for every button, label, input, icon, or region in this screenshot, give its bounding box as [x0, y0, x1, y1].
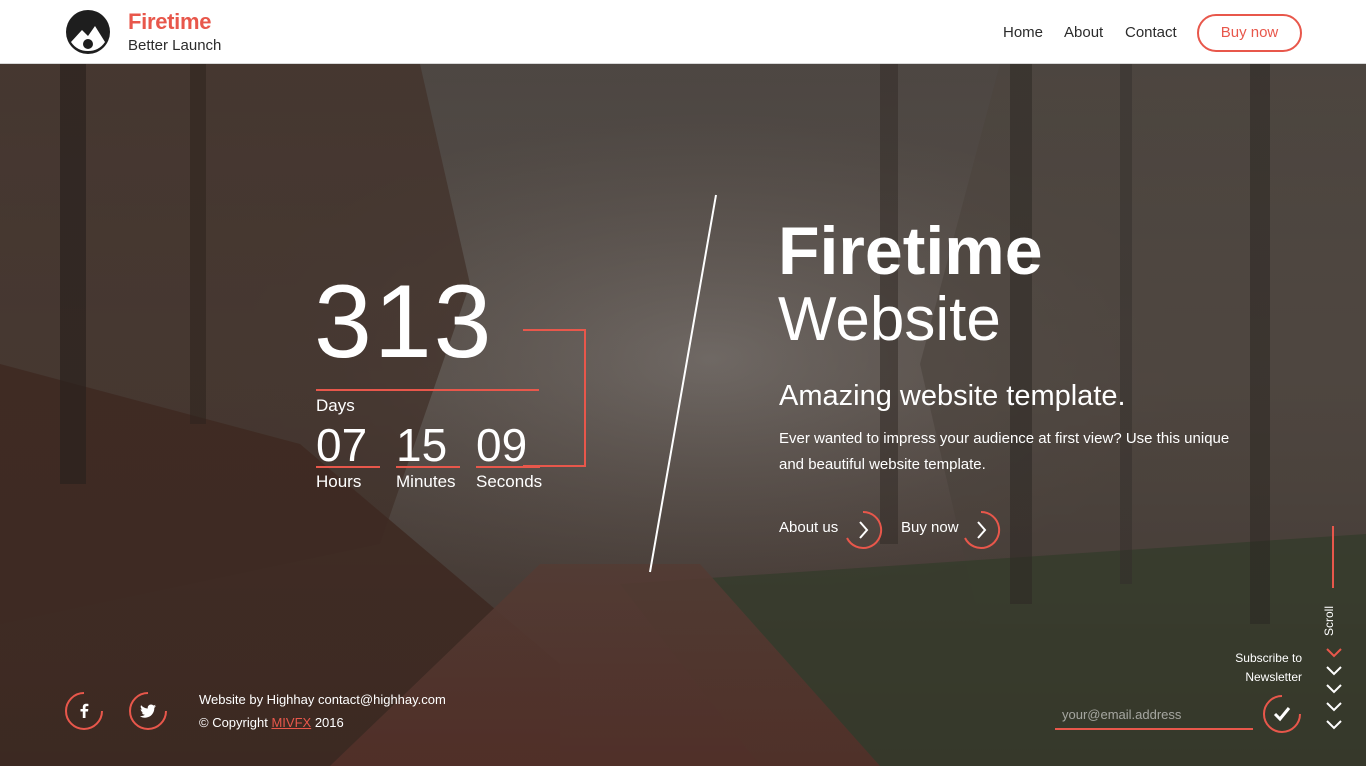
minutes-underline	[396, 466, 460, 468]
newsletter-label: Subscribe to Newsletter	[1202, 649, 1302, 687]
hero-subtitle: Website	[778, 285, 1001, 354]
brand-tagline: Better Launch	[128, 37, 222, 54]
mountain-logo-icon[interactable]	[64, 8, 112, 56]
scroll-line	[1332, 526, 1334, 588]
scroll-down-chevrons-icon[interactable]	[1324, 646, 1344, 734]
facebook-icon	[65, 692, 103, 730]
countdown-days: 313	[314, 264, 494, 380]
hours-label: Hours	[316, 472, 362, 491]
hero-description: Ever wanted to impress your audience at …	[779, 430, 1230, 473]
nav-contact[interactable]: Contact	[1125, 24, 1177, 41]
newsletter-label-line2: Newsletter	[1245, 670, 1302, 684]
hero-tagline: Amazing website template.	[779, 380, 1126, 412]
site-header: Firetime Better Launch Home About Contac…	[0, 0, 1366, 64]
copyright-link[interactable]: MIVFX	[271, 715, 311, 730]
newsletter-email-input[interactable]	[1055, 700, 1253, 730]
twitter-icon	[129, 692, 167, 730]
hours-underline	[316, 466, 380, 468]
days-label: Days	[316, 396, 355, 415]
scroll-label: Scroll	[1322, 605, 1336, 636]
newsletter-label-line1: Subscribe to	[1235, 651, 1302, 665]
check-icon	[1273, 707, 1291, 722]
arrow-right-icon	[846, 510, 883, 549]
days-underline	[316, 389, 539, 391]
countdown-hours: 07	[316, 419, 368, 471]
minutes-label: Minutes	[396, 472, 456, 491]
buy-now-label: Buy now	[901, 519, 959, 536]
newsletter-submit-button[interactable]	[1262, 694, 1302, 734]
copyright-text: © Copyright MIVFX 2016	[199, 715, 344, 730]
credit-text: Website by Highhay contact@highhay.com	[199, 692, 446, 707]
about-us-label: About us	[779, 519, 839, 536]
seconds-label: Seconds	[476, 472, 543, 491]
copyright-year: 2016	[314, 715, 344, 730]
facebook-button[interactable]	[64, 691, 104, 731]
diagonal-divider	[649, 194, 717, 573]
nav-home[interactable]: Home	[1003, 24, 1043, 41]
countdown-minutes: 15	[396, 419, 448, 471]
countdown-bracket	[523, 329, 586, 467]
countdown-seconds: 09	[476, 419, 528, 471]
buy-now-button[interactable]: Buy now	[1197, 14, 1302, 52]
arrow-right-icon	[964, 510, 1001, 549]
nav-about[interactable]: About	[1064, 24, 1103, 41]
brand-name[interactable]: Firetime	[128, 9, 211, 35]
hero-title: Firetime	[778, 213, 1043, 289]
twitter-button[interactable]	[128, 691, 168, 731]
copyright-prefix: © Copyright	[199, 715, 268, 730]
